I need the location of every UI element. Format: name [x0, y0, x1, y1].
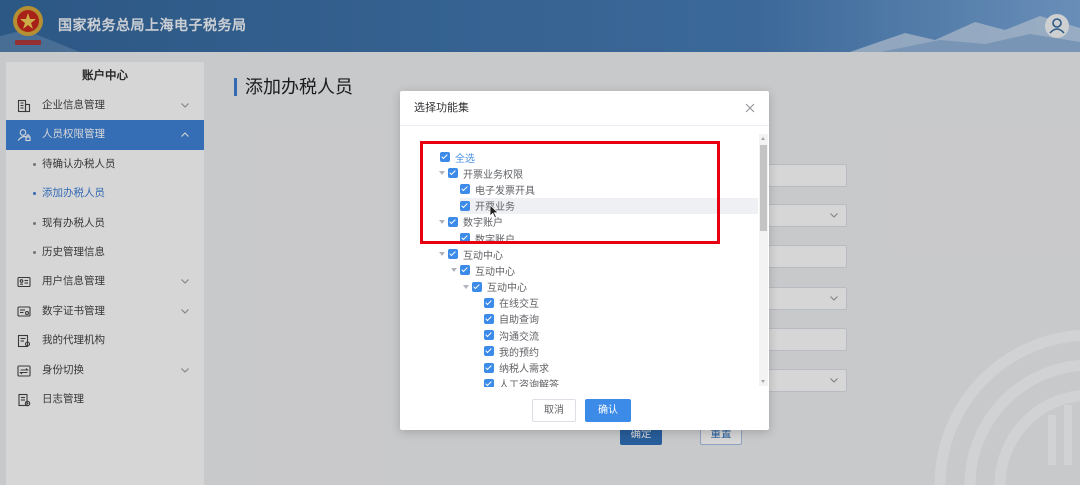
tree-node-checkbox[interactable] — [484, 313, 494, 324]
tree-node-manual-consultation[interactable]: 人工咨询解答 — [400, 376, 758, 387]
tree-node-online-interaction[interactable]: 在线交互 — [400, 295, 758, 311]
mouse-cursor-icon — [489, 204, 499, 219]
tree-node-taxpayer-needs[interactable]: 纳税人需求 — [400, 359, 758, 375]
scrollbar-thumb[interactable] — [760, 145, 767, 231]
expand-arrow-icon[interactable] — [448, 262, 460, 278]
tree-node-checkbox[interactable] — [448, 249, 458, 260]
select-function-set-dialog: 选择功能集 全选 开票业务权限 电子发票开具 开票业务 数字账户 数字账户 互动… — [400, 91, 769, 430]
tree-node-interaction-center-l2[interactable]: 互动中心 — [400, 262, 758, 278]
confirm-button[interactable]: 确认 — [585, 399, 631, 422]
tree-node-self-service-query[interactable]: 自助查询 — [400, 311, 758, 327]
tree-node-checkbox[interactable] — [460, 265, 470, 276]
scroll-up-arrow-icon[interactable] — [761, 137, 765, 140]
tree-node-checkbox[interactable] — [484, 297, 494, 308]
tree-node-interaction-center-l3[interactable]: 互动中心 — [400, 279, 758, 295]
close-icon[interactable] — [745, 103, 755, 113]
tree-node-checkbox[interactable] — [484, 362, 494, 373]
tree-node-checkbox[interactable] — [484, 346, 494, 357]
tree-node-communication[interactable]: 沟通交流 — [400, 327, 758, 343]
tree-node-label: 沟通交流 — [499, 331, 539, 343]
tree-node-label: 我的预约 — [499, 347, 539, 359]
tree-node-label: 自助查询 — [499, 315, 539, 327]
dialog-title: 选择功能集 — [414, 102, 469, 114]
tree-node-label: 互动中心 — [463, 250, 503, 262]
tree-node-label: 纳税人需求 — [499, 364, 549, 376]
tree-node-label: 在线交互 — [499, 299, 539, 311]
tree-scrollbar[interactable] — [759, 134, 768, 386]
tree-node-my-appointments[interactable]: 我的预约 — [400, 343, 758, 359]
expand-arrow-icon[interactable] — [436, 246, 448, 262]
expand-arrow-icon[interactable] — [460, 279, 472, 295]
tree-node-label: 人工咨询解答 — [499, 380, 559, 387]
tree-node-checkbox[interactable] — [484, 330, 494, 341]
cancel-button[interactable]: 取消 — [532, 399, 576, 422]
dialog-header-divider — [400, 125, 769, 126]
tree-node-checkbox[interactable] — [484, 378, 494, 387]
tree-node-label: 互动中心 — [475, 266, 515, 278]
tree-node-label: 互动中心 — [487, 283, 527, 295]
red-highlight-box — [420, 141, 720, 244]
scroll-down-arrow-icon[interactable] — [761, 380, 765, 383]
tree-node-interaction-center[interactable]: 互动中心 — [400, 246, 758, 262]
tree-node-checkbox[interactable] — [472, 281, 482, 292]
